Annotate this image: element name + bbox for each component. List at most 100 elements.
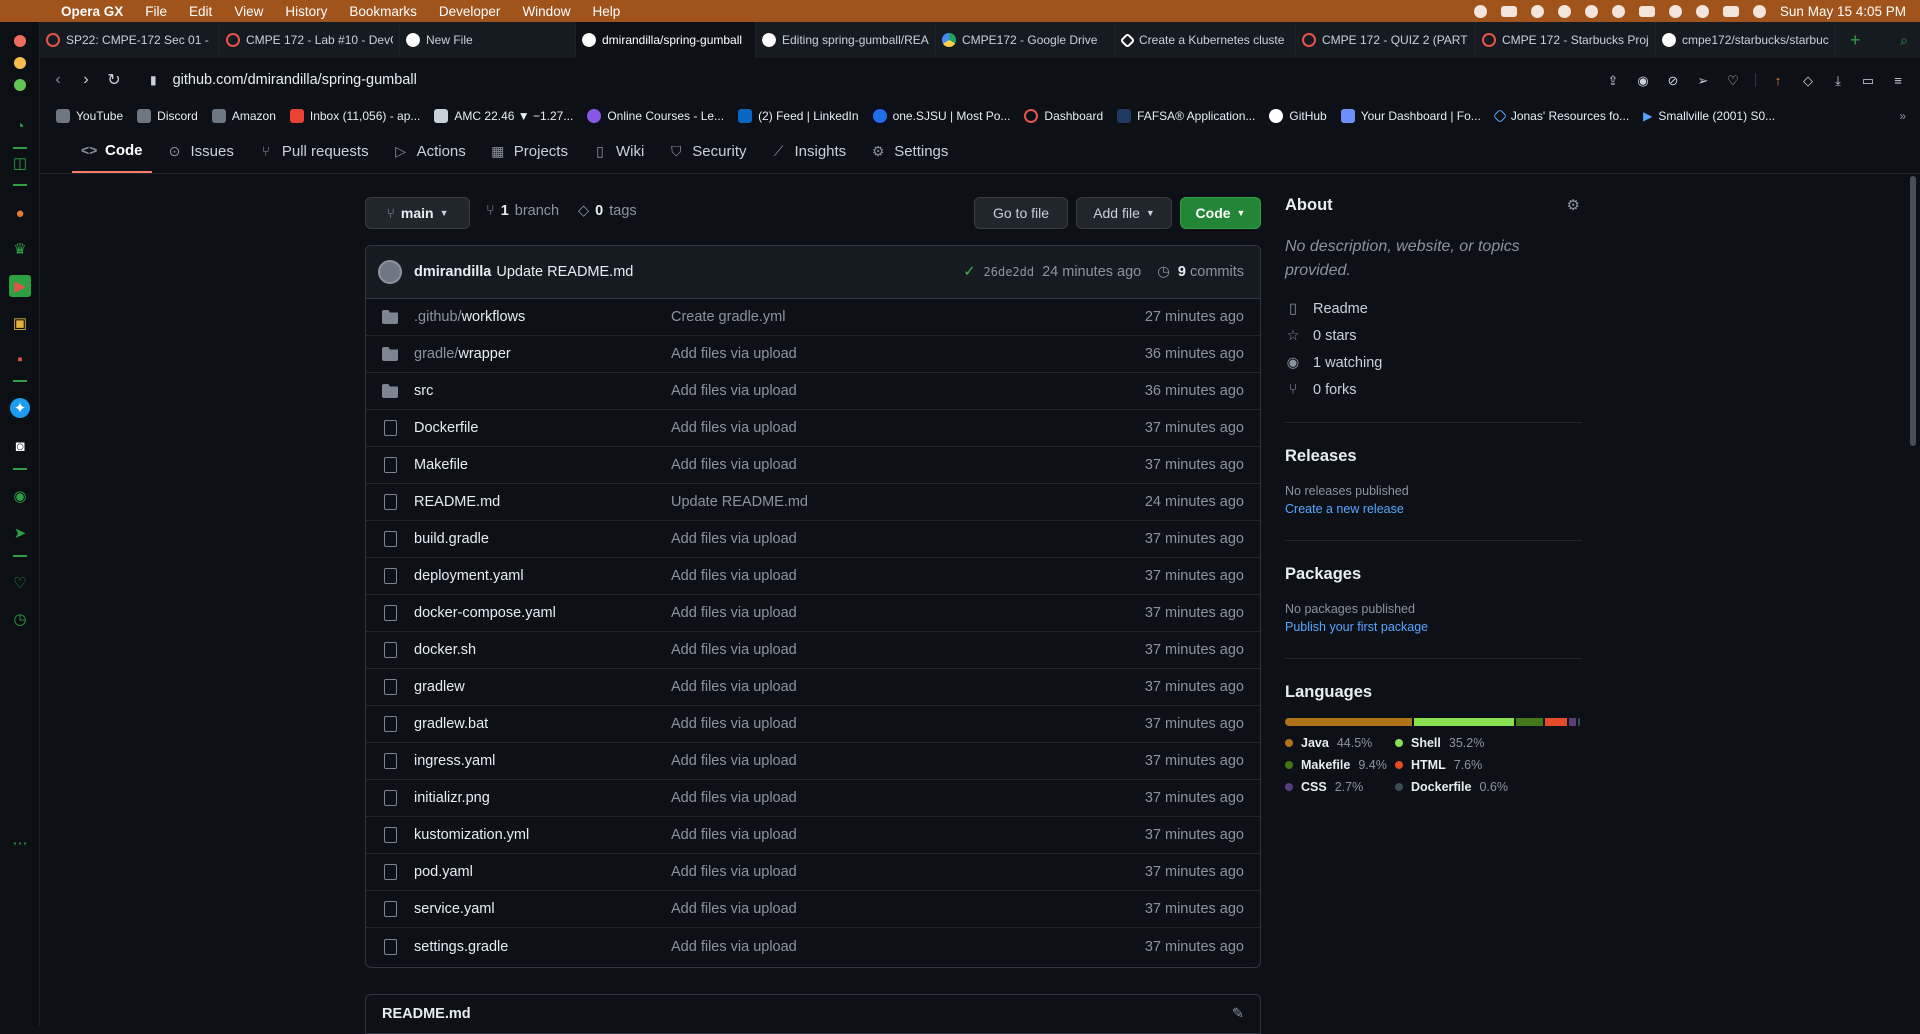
add-file-button[interactable]: Add file ▼ bbox=[1076, 197, 1172, 229]
headphones-icon[interactable] bbox=[1584, 4, 1598, 18]
flag-icon[interactable]: ▪ bbox=[9, 348, 31, 370]
code-button[interactable]: Code ▼ bbox=[1180, 197, 1261, 229]
status-icon[interactable] bbox=[1500, 5, 1517, 17]
tab-security[interactable]: ⛉ Security bbox=[659, 129, 755, 173]
forward-icon[interactable]: › bbox=[72, 71, 100, 89]
browser-tab[interactable]: New File bbox=[400, 22, 576, 58]
cube-icon[interactable]: ◇ bbox=[1800, 73, 1816, 88]
file-row[interactable]: settings.gradle Add files via upload 37 mi… bbox=[366, 928, 1260, 965]
share-icon[interactable]: ⇪ bbox=[1605, 73, 1621, 88]
bookmark-gmail[interactable]: Inbox (11,056) - ap... bbox=[289, 109, 420, 123]
football-icon[interactable]: ● bbox=[9, 202, 31, 224]
camera-icon[interactable]: ◉ bbox=[1635, 73, 1651, 88]
file-row[interactable]: Makefile Add files via upload 37 minutes a… bbox=[366, 447, 1260, 484]
language-bar-segment[interactable] bbox=[1578, 718, 1580, 726]
bookmark-github[interactable]: GitHub bbox=[1269, 109, 1327, 123]
releases-title[interactable]: Releases bbox=[1285, 447, 1582, 466]
file-row[interactable]: gradlew Add files via upload 37 minutes ag… bbox=[366, 669, 1260, 706]
file-row[interactable]: build.gradle Add files via upload 37 minut… bbox=[366, 521, 1260, 558]
packages-title[interactable]: Packages bbox=[1285, 565, 1582, 584]
file-name[interactable]: ingress.yaml bbox=[414, 753, 671, 769]
lock-icon[interactable]: ▣ bbox=[9, 312, 31, 334]
file-name[interactable]: initializr.png bbox=[414, 790, 671, 806]
bookmark-amc[interactable]: AMC 22.46 ▼ −1.27... bbox=[434, 109, 573, 123]
menu-icon[interactable]: ≡ bbox=[1890, 73, 1906, 88]
file-row[interactable]: .github/workflows Create gradle.yml 27 min… bbox=[366, 299, 1260, 336]
player-icon[interactable]: ◉ bbox=[9, 485, 31, 507]
file-row[interactable]: gradle/wrapper Add files via upload 36 min… bbox=[366, 336, 1260, 373]
readme-title[interactable]: README.md bbox=[382, 1006, 471, 1022]
gx-control-icon[interactable]: ◫ bbox=[9, 152, 31, 174]
file-name[interactable]: Makefile bbox=[414, 457, 671, 473]
file-row[interactable]: gradlew.bat Add files via upload 37 minute… bbox=[366, 706, 1260, 743]
file-row[interactable]: Dockerfile Add files via upload 37 minutes… bbox=[366, 410, 1260, 447]
language-item[interactable]: Makefile 9.4% bbox=[1285, 758, 1395, 772]
file-row[interactable]: ingress.yaml Add files via upload 37 minut… bbox=[366, 743, 1260, 780]
back-icon[interactable]: ‹ bbox=[44, 71, 72, 89]
language-bar-segment[interactable] bbox=[1285, 718, 1412, 726]
file-commit-message[interactable]: Add files via upload bbox=[671, 642, 1145, 658]
browser-tab-active[interactable]: dmirandilla/spring-gumball bbox=[576, 22, 756, 58]
tags-link[interactable]: ◇ 0 tags bbox=[578, 203, 637, 219]
bookmark-sjsu[interactable]: one.SJSU | Most Po... bbox=[872, 109, 1010, 123]
tab-issues[interactable]: ⊙ Issues bbox=[158, 129, 243, 173]
file-row[interactable]: initializr.png Add files via upload 37 min… bbox=[366, 780, 1260, 817]
tab-projects[interactable]: ▦ Projects bbox=[481, 129, 577, 173]
commit-author[interactable]: dmirandilla bbox=[414, 264, 491, 280]
url-text[interactable]: github.com/dmirandilla/spring-gumball bbox=[173, 72, 417, 88]
commit-sha[interactable]: 26de2dd bbox=[984, 265, 1035, 279]
menu-bookmarks[interactable]: Bookmarks bbox=[338, 4, 428, 19]
siri-icon[interactable] bbox=[1752, 4, 1766, 18]
gear-icon[interactable]: ⚙ bbox=[1567, 196, 1580, 214]
file-name[interactable]: src bbox=[414, 383, 671, 399]
file-row[interactable]: kustomization.yml Add files via upload 37 … bbox=[366, 817, 1260, 854]
file-commit-message[interactable]: Add files via upload bbox=[671, 827, 1145, 843]
bookmark-dashboard-2[interactable]: Your Dashboard | Fo... bbox=[1340, 109, 1481, 123]
file-commit-message[interactable]: Add files via upload bbox=[671, 716, 1145, 732]
minimize-window-icon[interactable] bbox=[14, 57, 26, 69]
discord-icon[interactable]: ◙ bbox=[9, 435, 31, 457]
language-item[interactable]: CSS 2.7% bbox=[1285, 780, 1395, 794]
upload-icon[interactable]: ↑ bbox=[1770, 73, 1786, 88]
forks-link[interactable]: ⑂ 0 forks bbox=[1285, 382, 1582, 398]
file-name[interactable]: settings.gradle bbox=[414, 939, 671, 955]
menu-history[interactable]: History bbox=[274, 4, 338, 19]
twitter-icon[interactable]: ✦ bbox=[10, 398, 30, 418]
menu-edit[interactable]: Edit bbox=[178, 4, 223, 19]
file-commit-message[interactable]: Add files via upload bbox=[671, 605, 1145, 621]
file-commit-message[interactable]: Add files via upload bbox=[671, 420, 1145, 436]
file-commit-message[interactable]: Create gradle.yml bbox=[671, 309, 1145, 325]
zoom-window-icon[interactable] bbox=[14, 79, 26, 91]
file-name[interactable]: deployment.yaml bbox=[414, 568, 671, 584]
file-name[interactable]: build.gradle bbox=[414, 531, 671, 547]
create-release-link[interactable]: Create a new release bbox=[1285, 502, 1582, 516]
file-name[interactable]: gradle/wrapper bbox=[414, 346, 671, 362]
file-commit-message[interactable]: Add files via upload bbox=[671, 568, 1145, 584]
tab-actions[interactable]: ▷ Actions bbox=[384, 129, 475, 173]
file-name[interactable]: kustomization.yml bbox=[414, 827, 671, 843]
browser-tab[interactable]: CMPE172 - Google Drive bbox=[936, 22, 1116, 58]
more-bookmarks-icon[interactable]: » bbox=[1899, 109, 1906, 123]
url-field[interactable]: ▮ github.com/dmirandilla/spring-gumball bbox=[150, 72, 417, 88]
file-name[interactable]: README.md bbox=[414, 494, 671, 510]
file-name[interactable]: docker.sh bbox=[414, 642, 671, 658]
reload-icon[interactable]: ↻ bbox=[100, 70, 128, 90]
file-row[interactable]: pod.yaml Add files via upload 37 minutes a… bbox=[366, 854, 1260, 891]
menu-developer[interactable]: Developer bbox=[428, 4, 512, 19]
bookmark-discord[interactable]: Discord bbox=[137, 109, 198, 123]
browser-tab[interactable]: Create a Kubernetes cluste bbox=[1116, 22, 1296, 58]
file-commit-message[interactable]: Add files via upload bbox=[671, 457, 1145, 473]
page-scrollbar[interactable] bbox=[1906, 174, 1920, 1026]
language-bar-segment[interactable] bbox=[1544, 718, 1567, 726]
tab-insights[interactable]: ⟋ Insights bbox=[761, 129, 855, 173]
bluetooth-icon[interactable] bbox=[1611, 4, 1625, 18]
menu-help[interactable]: Help bbox=[581, 4, 631, 19]
file-name[interactable]: .github/workflows bbox=[414, 309, 671, 325]
file-row[interactable]: docker-compose.yaml Add files via upload 3… bbox=[366, 595, 1260, 632]
status-icon[interactable] bbox=[1473, 4, 1487, 18]
file-commit-message[interactable]: Add files via upload bbox=[671, 753, 1145, 769]
language-bar-segment[interactable] bbox=[1516, 718, 1543, 726]
file-commit-message[interactable]: Add files via upload bbox=[671, 939, 1145, 955]
language-bar-segment[interactable] bbox=[1568, 718, 1577, 726]
new-tab-icon[interactable]: + bbox=[1850, 30, 1861, 51]
